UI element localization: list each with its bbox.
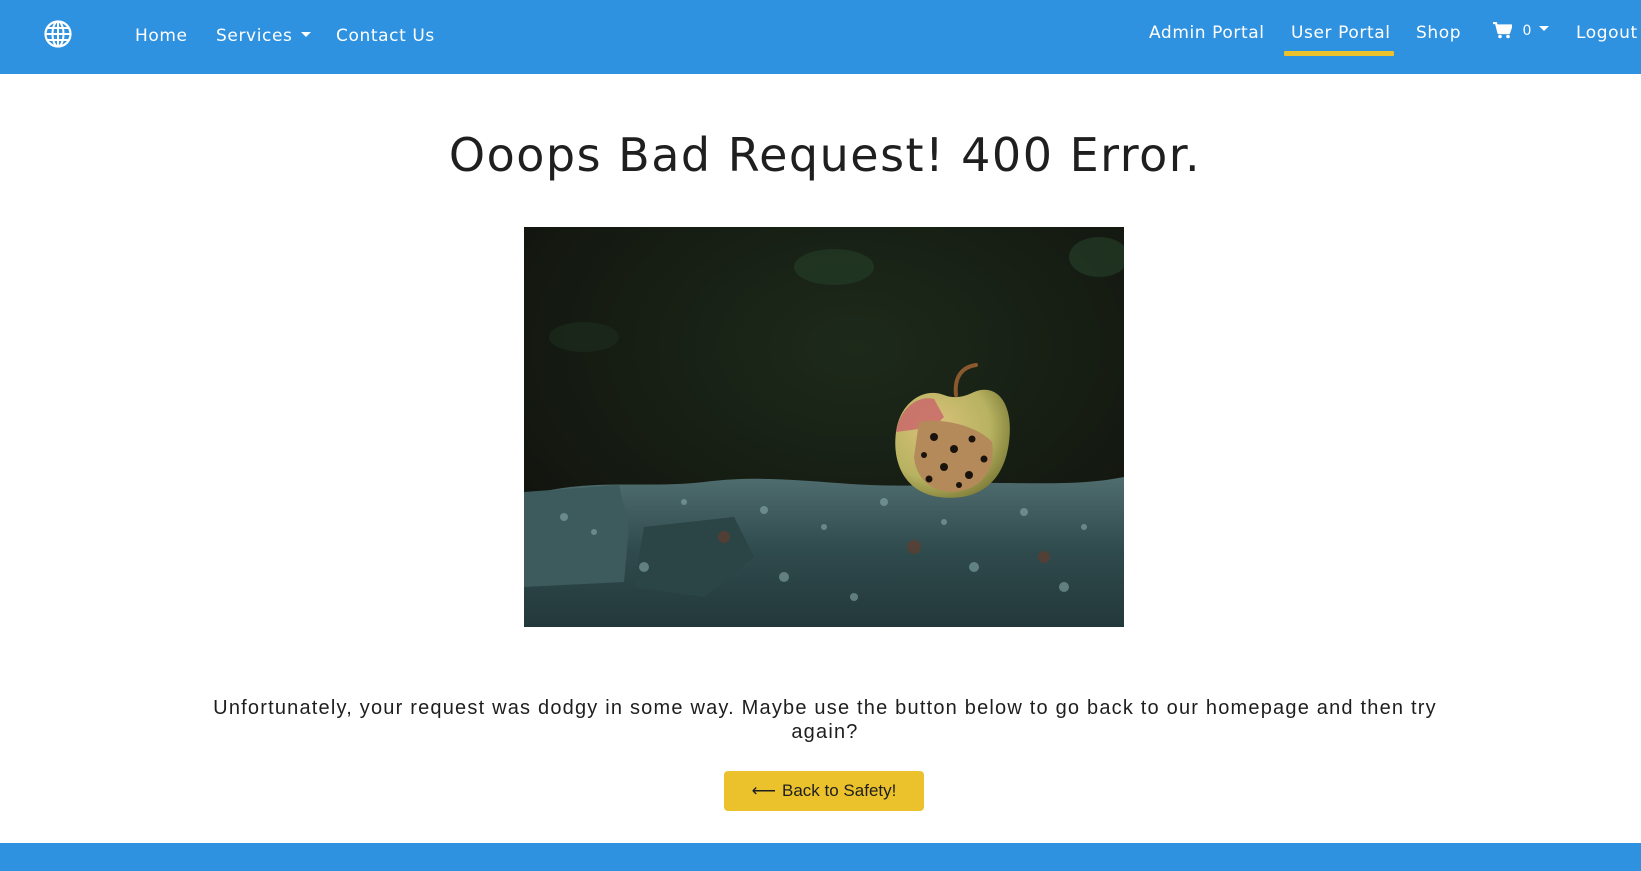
footer-bar [0,843,1641,871]
nav-contact-link[interactable]: Contact Us [336,25,435,47]
nav-admin-portal-link[interactable]: Admin Portal [1149,22,1265,44]
nav-shop-link[interactable]: Shop [1416,22,1461,44]
top-navbar: Home Services Contact Us Admin Portal Us… [0,0,1641,74]
caret-down-icon [300,31,311,37]
arrow-left-icon: ⟵ [751,781,777,800]
cart-count: 0 [1522,22,1532,39]
nav-home-link[interactable]: Home [135,25,188,47]
back-to-safety-button[interactable]: ⟵ Back to Safety! [724,771,924,811]
back-to-safety-label: Back to Safety! [782,781,897,800]
active-nav-indicator [1284,51,1394,56]
cart-dropdown[interactable]: 0 [1493,21,1550,39]
error-illustration-image [524,227,1124,627]
nav-services-dropdown[interactable]: Services [216,25,311,47]
caret-down-icon [1539,26,1550,31]
shopping-cart-icon [1493,21,1513,39]
nav-logout-link[interactable]: Logout [1576,22,1638,44]
error-message: Unfortunately, your request was dodgy in… [213,697,1437,743]
nav-services-label: Services [216,26,293,46]
error-title: Ooops Bad Request! 400 Error. [448,128,1202,182]
nav-user-portal-link[interactable]: User Portal [1291,22,1391,44]
globe-icon[interactable] [44,20,72,48]
